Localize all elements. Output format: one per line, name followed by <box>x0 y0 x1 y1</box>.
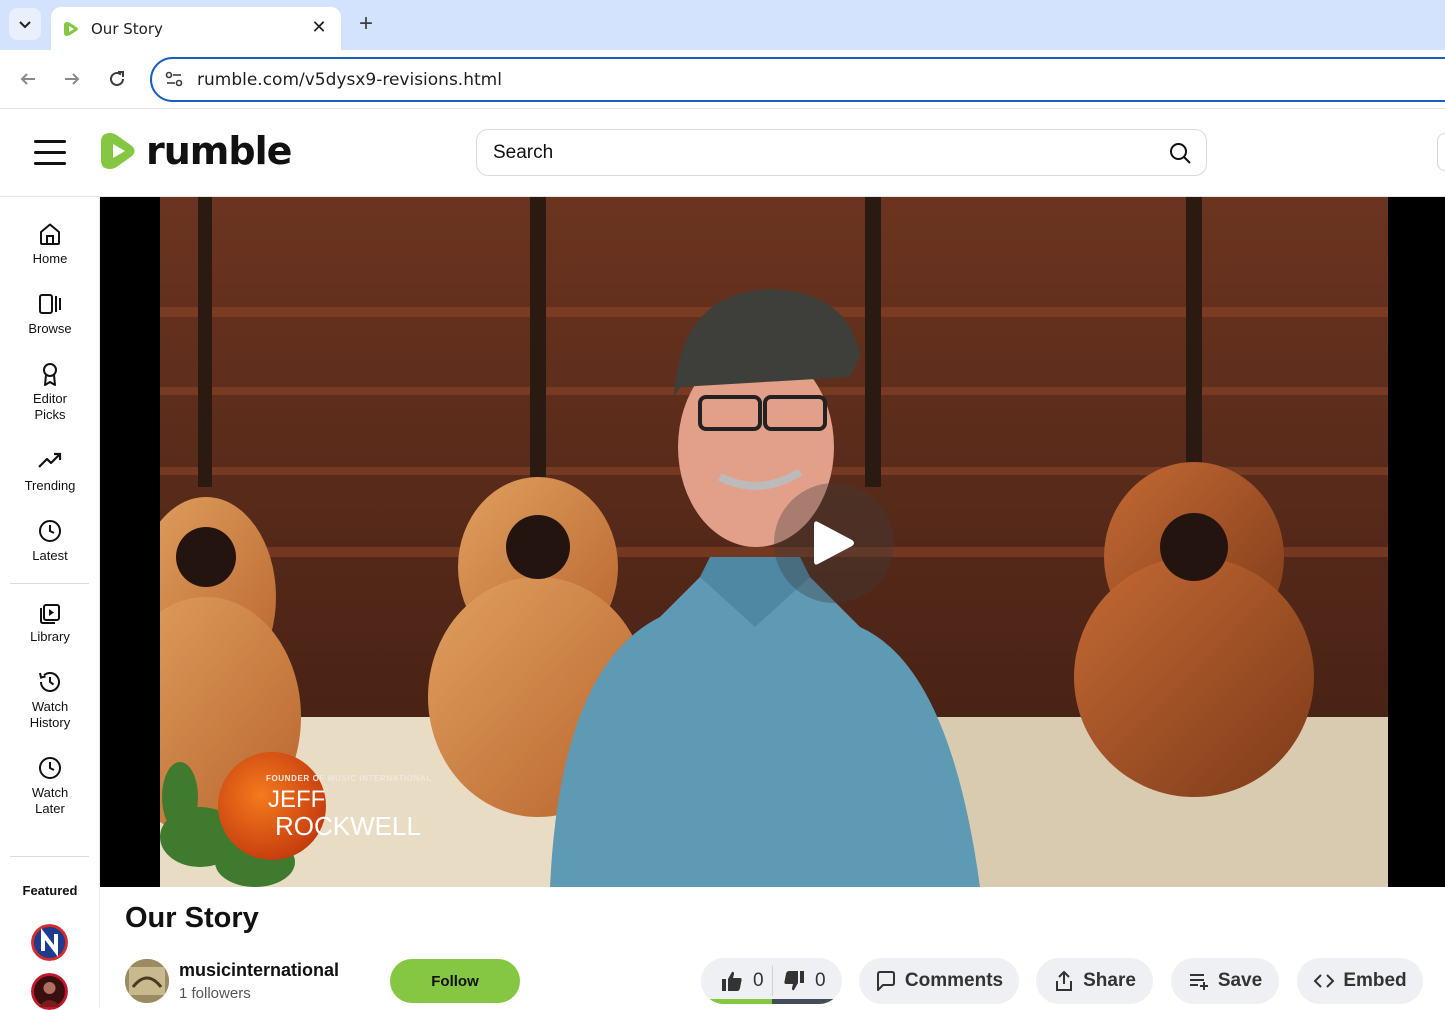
tab-close-icon[interactable]: ✕ <box>309 17 329 37</box>
lower-third-last-name: ROCKWELL <box>275 811 421 841</box>
back-arrow-icon[interactable] <box>15 66 41 92</box>
sidebar-item-label: Editor Picks <box>33 391 67 422</box>
browser-tab-bar: Our Story ✕ + <box>0 0 1445 50</box>
award-ribbon-icon <box>43 363 57 386</box>
share-icon <box>1056 970 1073 991</box>
sidebar-item-label: Home <box>32 251 68 266</box>
forward-arrow-icon[interactable] <box>59 66 85 92</box>
sidebar-item-label: Library <box>30 629 70 644</box>
thumbs-down-icon <box>784 971 804 991</box>
sidebar-item-label: Watch History <box>29 699 71 730</box>
home-icon <box>40 223 60 245</box>
search-input[interactable] <box>493 141 1133 165</box>
video-player[interactable]: FOUNDER OF MUSIC INTERNATIONAL JEFF ROCK… <box>100 197 1445 887</box>
site-header: rumble <box>0 110 1445 197</box>
history-icon <box>39 672 60 692</box>
tab-search-button[interactable] <box>9 8 41 40</box>
address-bar[interactable]: rumble.com/v5dysx9-revisions.html <box>150 57 1445 102</box>
channel-followers: 1 followers <box>179 985 251 1002</box>
search-icon[interactable] <box>1168 141 1192 165</box>
rumble-logo-icon <box>101 133 135 169</box>
chevron-down-icon <box>19 21 31 29</box>
site-settings-icon[interactable] <box>164 69 184 89</box>
sidebar-item-watch-later[interactable]: Watch Later <box>0 755 100 817</box>
url-text[interactable]: rumble.com/v5dysx9-revisions.html <box>197 70 502 90</box>
logo-wordmark: rumble <box>146 129 292 173</box>
video-title: Our Story <box>125 902 259 934</box>
play-button[interactable] <box>774 483 894 603</box>
embed-label: Embed <box>1343 970 1407 991</box>
save-label: Save <box>1217 970 1263 991</box>
follow-button[interactable]: Follow <box>390 959 520 1003</box>
trending-up-icon <box>38 452 62 468</box>
new-tab-plus-icon[interactable]: + <box>354 12 378 36</box>
featured-channel-avatar[interactable] <box>31 973 68 1010</box>
vote-group: 0 0 <box>701 958 842 1004</box>
share-button[interactable]: Share <box>1036 958 1153 1004</box>
dislike-button[interactable]: 0 <box>783 958 826 1004</box>
sidebar-item-home[interactable]: Home <box>0 221 100 267</box>
playlist-add-icon <box>1189 974 1208 990</box>
featured-channel-avatar[interactable] <box>31 924 68 961</box>
channel-avatar[interactable] <box>125 959 169 1003</box>
like-button[interactable]: 0 <box>721 958 764 1004</box>
embed-button[interactable]: Embed <box>1297 958 1423 1004</box>
dislike-count: 0 <box>815 970 826 991</box>
play-icon <box>814 521 854 565</box>
lower-third-first-name: JEFF <box>268 786 326 813</box>
comments-label: Comments <box>904 970 1004 991</box>
sidebar-item-trending[interactable]: Trending <box>0 448 100 494</box>
like-count: 0 <box>753 970 764 991</box>
sidebar-item-browse[interactable]: Browse <box>0 291 100 337</box>
sidebar-item-label: Latest <box>32 548 68 563</box>
rumble-logo[interactable]: rumble <box>99 129 292 173</box>
clock-icon <box>39 757 61 779</box>
sidebar-item-label: Trending <box>24 478 76 493</box>
sidebar: Home Browse Editor Picks Trending Latest <box>0 197 100 1010</box>
channel-name[interactable]: musicinternational <box>179 960 339 981</box>
video-lower-third: FOUNDER OF MUSIC INTERNATIONAL JEFF ROCK… <box>218 752 458 862</box>
thumbs-up-icon <box>722 971 742 991</box>
comments-button[interactable]: Comments <box>859 958 1019 1004</box>
sidebar-item-editor-picks[interactable]: Editor Picks <box>0 361 100 423</box>
sidebar-item-watch-history[interactable]: Watch History <box>0 669 100 731</box>
hamburger-menu-icon[interactable] <box>34 140 66 166</box>
share-label: Share <box>1083 970 1136 991</box>
like-ratio-bar <box>701 999 772 1004</box>
sidebar-item-label: Watch Later <box>31 785 69 816</box>
header-right-control[interactable] <box>1437 133 1445 171</box>
sidebar-item-label: Browse <box>28 321 72 336</box>
sidebar-divider <box>10 583 89 584</box>
sidebar-divider <box>10 856 89 857</box>
search-box <box>476 129 1207 176</box>
clock-icon <box>39 520 61 542</box>
browse-icon <box>39 294 61 314</box>
lower-third-subtitle: FOUNDER OF MUSIC INTERNATIONAL <box>266 774 432 783</box>
featured-heading: Featured <box>22 883 78 898</box>
vote-separator <box>772 966 773 996</box>
save-button[interactable]: Save <box>1171 958 1279 1004</box>
code-brackets-icon <box>1313 974 1335 988</box>
browser-toolbar: rumble.com/v5dysx9-revisions.html <box>0 50 1445 109</box>
browser-tab-active[interactable]: Our Story ✕ <box>51 7 341 50</box>
comment-bubble-icon <box>876 971 895 991</box>
dislike-ratio-bar <box>772 999 842 1004</box>
sidebar-item-library[interactable]: Library <box>0 599 100 645</box>
reload-icon[interactable] <box>104 66 130 92</box>
channel-avatar-image <box>125 959 169 1003</box>
video-frame: FOUNDER OF MUSIC INTERNATIONAL JEFF ROCK… <box>160 197 1388 887</box>
rumble-favicon-icon <box>64 21 78 36</box>
sidebar-item-latest[interactable]: Latest <box>0 518 100 564</box>
tab-title: Our Story <box>91 19 163 38</box>
library-play-icon <box>40 604 60 624</box>
